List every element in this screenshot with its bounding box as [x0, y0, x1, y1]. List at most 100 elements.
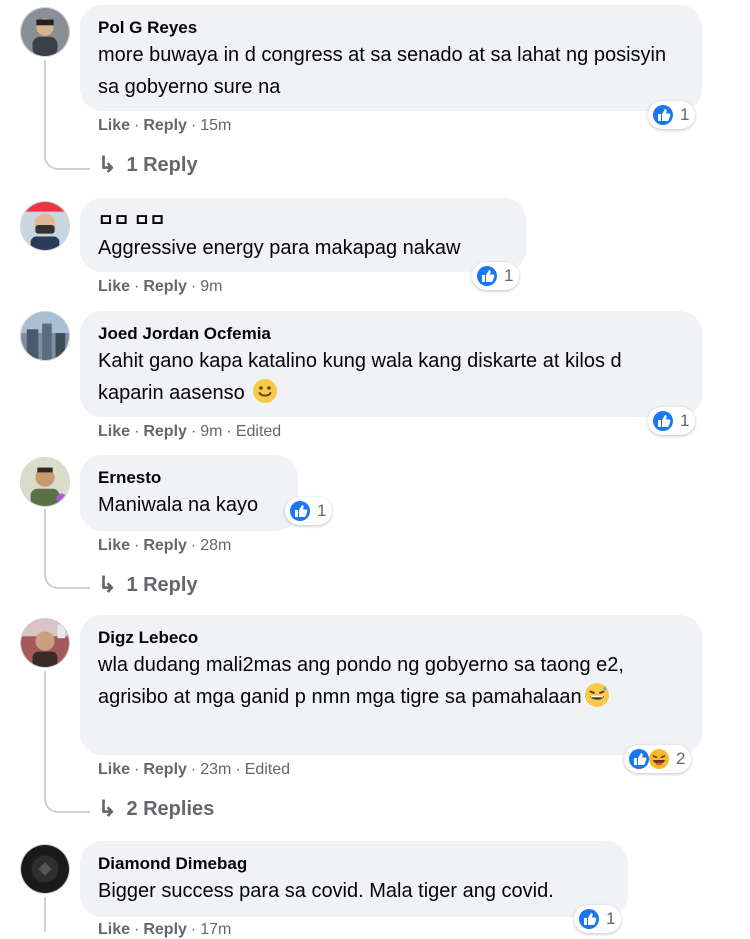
- comment-author[interactable]: ㅁㅁ ㅁㅁ: [98, 210, 508, 232]
- replies-count: 1 Reply: [126, 153, 198, 176]
- view-replies-link[interactable]: ↳ 1 Reply: [98, 152, 198, 178]
- separator: ·: [134, 761, 140, 778]
- separator: ·: [235, 761, 241, 778]
- avatar[interactable]: [20, 618, 70, 668]
- reaction-count-label: 1: [680, 411, 690, 430]
- like-button[interactable]: Like: [98, 921, 130, 938]
- reaction-count-label: 1: [504, 266, 514, 285]
- comment-actions: Like · Reply · 28m: [98, 537, 231, 555]
- separator: ·: [134, 117, 140, 134]
- comment: Joed Jordan Ocfemia Kahit gano kapa kata…: [0, 311, 750, 451]
- comment-actions: Like · Reply · 9m: [98, 278, 222, 296]
- reply-arrow-icon: ↳: [98, 572, 117, 597]
- reply-button[interactable]: Reply: [143, 117, 187, 134]
- like-icon: [652, 410, 674, 432]
- reply-button[interactable]: Reply: [143, 921, 187, 938]
- separator: ·: [226, 423, 232, 440]
- replies-count: 1 Reply: [126, 573, 198, 596]
- separator: ·: [190, 921, 197, 938]
- comment-bubble: Joed Jordan Ocfemia Kahit gano kapa kata…: [80, 311, 702, 417]
- like-button[interactable]: Like: [98, 423, 130, 440]
- thread-connector: [44, 509, 90, 589]
- comment-actions: Like · Reply · 17m: [98, 921, 231, 939]
- comment-actions: Like · Reply · 15m: [98, 117, 231, 135]
- reply-arrow-icon: ↳: [98, 152, 117, 177]
- haha-icon: [648, 748, 670, 770]
- view-replies-link[interactable]: ↳ 2 Replies: [98, 796, 214, 822]
- separator: ·: [134, 278, 140, 295]
- like-icon: [652, 104, 674, 126]
- comment-text: Kahit gano kapa katalino kung wala kang …: [98, 345, 684, 409]
- comment-bubble: Digz Lebeco wla dudang mali2mas ang pond…: [80, 615, 702, 755]
- like-button[interactable]: Like: [98, 117, 130, 134]
- separator: ·: [190, 423, 197, 440]
- comment: Ernesto Maniwala na kayo 1 Like · Reply · 28…: [0, 453, 750, 603]
- comment-author[interactable]: Diamond Dimebag: [98, 853, 610, 875]
- avatar[interactable]: [20, 7, 70, 57]
- separator: ·: [190, 537, 197, 554]
- reply-button[interactable]: Reply: [143, 278, 187, 295]
- avatar[interactable]: [20, 457, 70, 507]
- comment-text: more buwaya in d congress at sa senado a…: [98, 44, 667, 98]
- comment: Pol G Reyes more buwaya in d congress at…: [0, 0, 750, 190]
- comment-timestamp[interactable]: 9m: [200, 423, 222, 440]
- comment-author[interactable]: Pol G Reyes: [98, 17, 684, 39]
- reaction-count-label: 1: [680, 105, 690, 124]
- reaction-count[interactable]: 2: [624, 745, 692, 773]
- avatar[interactable]: [20, 844, 70, 894]
- separator: ·: [134, 423, 140, 440]
- reaction-count-label: 1: [317, 501, 327, 520]
- comment-bubble: Diamond Dimebag Bigger success para sa c…: [80, 841, 628, 917]
- comment-timestamp[interactable]: 23m: [200, 761, 231, 778]
- grinning-sweat-face-emoji: [584, 683, 609, 707]
- avatar[interactable]: [20, 311, 70, 361]
- reply-button[interactable]: Reply: [143, 423, 187, 440]
- view-replies-link[interactable]: ↳ 1 Reply: [98, 572, 198, 598]
- comment: Diamond Dimebag Bigger success para sa c…: [0, 841, 750, 938]
- separator: ·: [134, 921, 140, 938]
- reply-button[interactable]: Reply: [143, 761, 187, 778]
- comment: ㅁㅁ ㅁㅁ Aggressive energy para makapag nak…: [0, 196, 750, 306]
- reaction-count[interactable]: 1: [472, 262, 520, 290]
- comment: Digz Lebeco wla dudang mali2mas ang pond…: [0, 613, 750, 843]
- reply-button[interactable]: Reply: [143, 537, 187, 554]
- comment-text: Maniwala na kayo: [98, 494, 259, 516]
- comment-author[interactable]: Digz Lebeco: [98, 627, 684, 649]
- edited-label: Edited: [235, 423, 282, 440]
- reaction-count[interactable]: 1: [648, 407, 696, 435]
- like-icon: [578, 908, 600, 930]
- comment-text-body: Kahit gano kapa katalino kung wala kang …: [98, 350, 622, 404]
- comment-author[interactable]: Joed Jordan Ocfemia: [98, 323, 684, 345]
- like-button[interactable]: Like: [98, 761, 130, 778]
- reply-arrow-icon: ↳: [98, 796, 117, 821]
- like-button[interactable]: Like: [98, 537, 130, 554]
- edited-label: Edited: [244, 761, 291, 778]
- comment-timestamp[interactable]: 17m: [200, 921, 231, 938]
- thread-connector: [44, 60, 90, 170]
- comment-timestamp[interactable]: 9m: [200, 278, 222, 295]
- comment-text: Bigger success para sa covid. Mala tiger…: [98, 880, 554, 902]
- reaction-count-label: 1: [606, 909, 616, 928]
- comment-text-body: wla dudang mali2mas ang pondo ng gobyern…: [98, 654, 624, 708]
- like-button[interactable]: Like: [98, 278, 130, 295]
- slightly-smiling-face-emoji: [253, 379, 278, 403]
- avatar[interactable]: [20, 201, 70, 251]
- like-icon: [289, 500, 311, 522]
- comment-actions: Like · Reply · 23m · Edited: [98, 761, 290, 779]
- separator: ·: [134, 537, 140, 554]
- replies-count: 2 Replies: [126, 797, 215, 820]
- comment-text: wla dudang mali2mas ang pondo ng gobyern…: [98, 649, 684, 713]
- like-icon: [628, 748, 650, 770]
- reaction-count[interactable]: 1: [285, 497, 333, 525]
- comment-timestamp[interactable]: 28m: [200, 537, 231, 554]
- comment-author[interactable]: Ernesto: [98, 467, 280, 489]
- comment-bubble: Pol G Reyes more buwaya in d congress at…: [80, 5, 702, 111]
- separator: ·: [190, 278, 197, 295]
- comment-actions: Like · Reply · 9m · Edited: [98, 423, 281, 441]
- reaction-count[interactable]: 1: [648, 101, 696, 129]
- comment-bubble: ㅁㅁ ㅁㅁ Aggressive energy para makapag nak…: [80, 198, 526, 272]
- reaction-count[interactable]: 1: [574, 905, 622, 933]
- reaction-count-label: 2: [676, 749, 686, 768]
- comment-bubble: Ernesto Maniwala na kayo: [80, 455, 298, 531]
- comment-timestamp[interactable]: 15m: [200, 117, 231, 134]
